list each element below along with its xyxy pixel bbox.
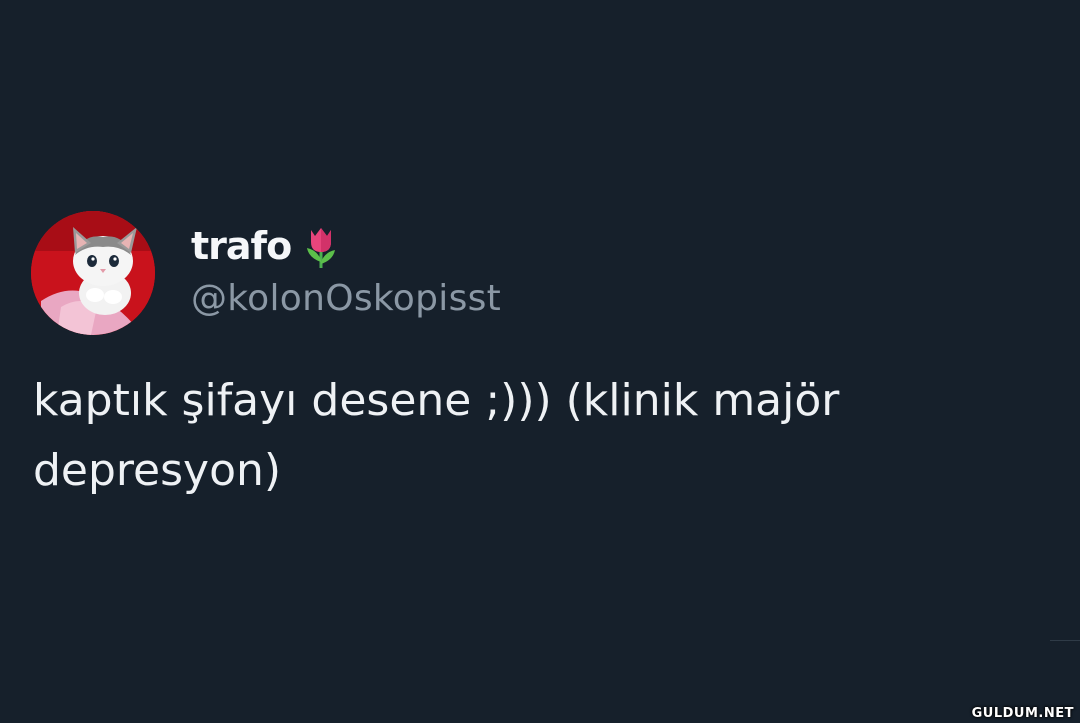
divider xyxy=(1050,640,1080,641)
tulip-icon xyxy=(301,222,341,270)
watermark: GULDUM.NET xyxy=(971,706,1074,721)
tweet-text: kaptık şifayı desene ;))) (klinik majör … xyxy=(33,375,840,496)
author-name-row: trafo xyxy=(191,222,341,270)
username[interactable]: @kolonOskopisst xyxy=(191,276,501,322)
display-name[interactable]: trafo xyxy=(191,222,292,270)
tweet: trafo @kolonOskopisst kaptık şifayı dese… xyxy=(0,0,1080,723)
avatar[interactable] xyxy=(31,211,155,335)
kitten-avatar-image xyxy=(31,211,155,335)
